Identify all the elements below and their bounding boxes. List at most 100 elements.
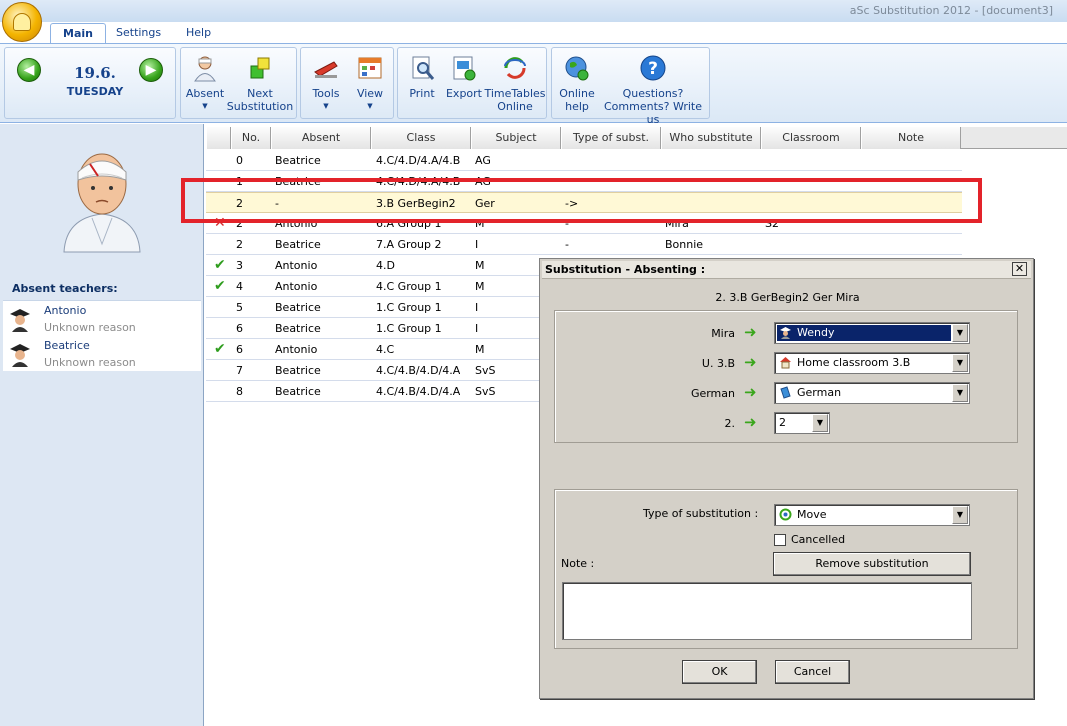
tab-settings[interactable]: Settings	[104, 23, 173, 44]
absent-teacher-item[interactable]: Beatrice Unknown reason	[3, 336, 201, 371]
next-substitution-button[interactable]: Next Substitution	[225, 54, 295, 113]
green-arrow-icon: ➜	[744, 413, 757, 431]
dropdown-arrow-icon[interactable]: ▼	[812, 414, 828, 432]
column-header-type[interactable]: Type of subst.	[561, 127, 661, 149]
type-label: Type of substitution :	[643, 507, 759, 520]
cell-subject: AG	[475, 154, 491, 167]
export-label: Export	[445, 87, 482, 100]
absent-label: Absent	[185, 87, 225, 100]
svg-text:?: ?	[648, 59, 658, 79]
sync-arrows-icon	[504, 57, 526, 79]
absence-group: Absent ▼ Next Substitution	[180, 47, 297, 119]
column-header-marker[interactable]	[206, 127, 231, 149]
help-group: Online help ? Questions? Comments? Write…	[551, 47, 710, 126]
ok-button[interactable]: OK	[682, 660, 757, 684]
online-help-label-1: Online	[559, 87, 595, 100]
checkmark-icon: ✔	[214, 341, 226, 357]
questions-button[interactable]: ? Questions? Comments? Write us	[598, 54, 708, 126]
timetables-online-button[interactable]: TimeTables Online	[484, 54, 546, 113]
cell-absent: Antonio	[275, 343, 318, 356]
dropdown-arrow-icon[interactable]: ▼	[952, 384, 968, 402]
cell-no: 2	[236, 238, 243, 251]
cell-subject: M	[475, 259, 485, 272]
stapler-icon	[314, 61, 338, 78]
dropdown-arrow-icon[interactable]: ▼	[952, 506, 968, 524]
period-select[interactable]: 2 ▼	[774, 412, 830, 434]
view-button[interactable]: View ▼	[349, 54, 391, 113]
timetables-label-2: Online	[497, 100, 533, 113]
left-pane: Absent teachers: Antonio Unknown reason …	[0, 124, 204, 726]
column-header-class[interactable]: Class	[371, 127, 471, 149]
ribbon: ◀ 19.6. TUESDAY ▶ Absent ▼ Next Substitu…	[0, 43, 1067, 126]
subject-label: German	[690, 387, 735, 400]
print-button[interactable]: Print	[402, 54, 442, 100]
dropdown-arrow-icon[interactable]: ▼	[952, 354, 968, 372]
tools-dropdown-icon[interactable]: ▼	[305, 100, 347, 113]
classroom-select-value: Home classroom 3.B	[797, 356, 911, 369]
substitution-dialog: Substitution - Absenting : ✕ 2. 3.B GerB…	[539, 258, 1034, 699]
cell-no: 0	[236, 154, 243, 167]
cell-no: 6	[236, 343, 243, 356]
column-header-classroom[interactable]: Classroom	[761, 127, 861, 149]
next-day-button[interactable]: ▶	[139, 58, 163, 82]
online-help-button[interactable]: Online help	[556, 54, 598, 113]
absent-dropdown-icon[interactable]: ▼	[183, 100, 227, 113]
cell-no: 8	[236, 385, 243, 398]
app-menu-button[interactable]	[2, 2, 42, 42]
column-header-absent[interactable]: Absent	[271, 127, 371, 149]
online-help-label-2: help	[565, 100, 589, 113]
export-button[interactable]: Export	[444, 54, 484, 100]
cell-who: Bonnie	[665, 238, 704, 251]
absent-teacher-icon	[194, 56, 216, 82]
previous-day-button[interactable]: ◀	[17, 58, 41, 82]
cell-absent: Beatrice	[275, 238, 321, 251]
injured-teacher-avatar	[63, 153, 141, 253]
remove-substitution-button[interactable]: Remove substitution	[773, 552, 971, 576]
questions-label-1: Questions?	[622, 87, 684, 100]
cell-absent: Antonio	[275, 259, 318, 272]
subject-select[interactable]: German ▼	[774, 382, 970, 404]
cell-class: 4.C	[376, 343, 395, 356]
cancel-button[interactable]: Cancel	[775, 660, 850, 684]
window-title: aSc Substitution 2012 - [document3]	[849, 4, 1053, 17]
column-header-note[interactable]: Note	[861, 127, 961, 149]
cancelled-checkbox[interactable]	[774, 534, 786, 546]
classroom-select[interactable]: Home classroom 3.B ▼	[774, 352, 970, 374]
tab-help[interactable]: Help	[174, 23, 223, 44]
substitution-type-select[interactable]: Move ▼	[774, 504, 970, 526]
tools-button[interactable]: Tools ▼	[305, 54, 347, 113]
ribbon-tabs: Main Settings Help	[0, 22, 1067, 44]
absent-teacher-item[interactable]: Antonio Unknown reason	[3, 301, 201, 336]
cell-class: 7.A Group 2	[376, 238, 442, 251]
teacher-icon	[780, 327, 791, 339]
dialog-titlebar[interactable]: Substitution - Absenting : ✕	[542, 261, 1031, 279]
cell-absent: Beatrice	[275, 364, 321, 377]
row-marker	[214, 300, 230, 314]
view-label: View	[356, 87, 384, 100]
cell-class: 4.D	[376, 259, 395, 272]
column-header-no[interactable]: No.	[231, 127, 271, 149]
cell-subject: I	[475, 238, 479, 251]
table-row[interactable]: 0 Beatrice 4.C/4.D/4.A/4.B AG	[206, 150, 962, 171]
next-substitution-label-2: Substitution	[226, 100, 294, 113]
column-header-who[interactable]: Who substitute	[661, 127, 761, 149]
cancelled-label: Cancelled	[791, 533, 846, 546]
close-button[interactable]: ✕	[1012, 262, 1027, 276]
checkmark-icon: ✔	[214, 257, 226, 273]
title-bar: aSc Substitution 2012 - [document3]	[0, 0, 1067, 22]
table-row[interactable]: 2 Beatrice 7.A Group 2 I - Bonnie	[206, 234, 962, 255]
dropdown-arrow-icon[interactable]: ▼	[952, 324, 968, 342]
date-day: 19.6.	[74, 64, 116, 82]
row-marker	[214, 363, 230, 377]
dialog-lesson-summary: 2. 3.B GerBegin2 Ger Mira	[715, 291, 860, 304]
note-textarea[interactable]	[562, 582, 972, 640]
view-dropdown-icon[interactable]: ▼	[349, 100, 391, 113]
cell-subject: SvS	[475, 385, 496, 398]
note-label: Note :	[561, 557, 595, 570]
move-icon	[779, 508, 792, 521]
column-header-subject[interactable]: Subject	[471, 127, 561, 149]
teacher-select[interactable]: Wendy ▼	[774, 322, 970, 344]
absent-button[interactable]: Absent ▼	[183, 54, 227, 113]
tab-main[interactable]: Main	[50, 23, 106, 44]
green-arrow-icon: ➜	[744, 353, 757, 371]
